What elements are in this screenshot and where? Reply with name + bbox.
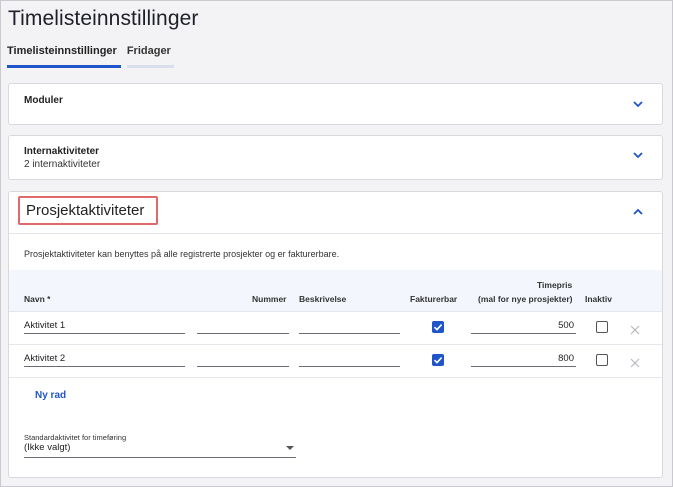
chevron-down-icon[interactable]: [632, 100, 644, 108]
prosjektaktiviteter-section: Prosjektaktiviteter Prosjektaktiviteter …: [8, 191, 663, 478]
beskrivelse-input[interactable]: [299, 353, 400, 367]
internaktiviteter-count: 2 internaktiviteter: [24, 159, 101, 170]
nummer-input[interactable]: [197, 320, 289, 334]
add-row-button[interactable]: Ny rad: [35, 390, 66, 401]
default-activity-value: (Ikke valgt): [24, 442, 71, 453]
tab-fridager[interactable]: Fridager: [126, 45, 174, 68]
navn-input[interactable]: Aktivitet 1: [24, 320, 185, 334]
beskrivelse-input[interactable]: [299, 320, 400, 334]
inaktiv-checkbox[interactable]: [596, 354, 608, 366]
fakturerbar-checkbox[interactable]: [432, 321, 444, 333]
default-activity-label: Standardaktivitet for timeføring: [24, 433, 127, 442]
column-header-fakturerbar: Fakturerbar: [410, 294, 458, 304]
fakturerbar-checkbox[interactable]: [432, 354, 444, 366]
column-header-navn: Navn *: [24, 294, 51, 304]
column-header-inaktiv: Inaktiv: [585, 294, 612, 304]
section-description: Prosjektaktiviteter kan benyttes på alle…: [24, 249, 340, 259]
column-header-timepris-note: (mal for nye prosjekter): [478, 294, 573, 304]
timepris-input[interactable]: 800: [471, 353, 576, 367]
page-title: Timelisteinnstillinger: [8, 7, 199, 30]
delete-row-icon[interactable]: [630, 322, 640, 335]
section-divider: [9, 233, 662, 234]
moduler-section[interactable]: Moduler: [8, 83, 663, 125]
navn-input[interactable]: Aktivitet 2: [24, 353, 185, 367]
chevron-down-icon[interactable]: [632, 151, 644, 159]
row-divider: [9, 344, 662, 345]
row-divider: [9, 377, 662, 378]
timepris-input[interactable]: 500: [471, 320, 576, 334]
inaktiv-checkbox[interactable]: [596, 321, 608, 333]
default-activity-select[interactable]: (Ikke valgt): [24, 442, 296, 458]
tab-timelisteinnstillinger[interactable]: Timelisteinnstillinger: [7, 45, 121, 68]
column-header-nummer: Nummer: [252, 294, 287, 304]
internaktiviteter-title: Internaktiviteter: [24, 146, 100, 157]
prosjektaktiviteter-title: Prosjektaktiviteter: [18, 196, 158, 225]
nummer-input[interactable]: [197, 353, 289, 367]
internaktiviteter-section[interactable]: Internaktiviteter 2 internaktiviteter: [8, 135, 663, 180]
column-header-beskrivelse: Beskrivelse: [299, 294, 347, 304]
tab-bar: Timelisteinnstillinger Fridager: [7, 45, 180, 68]
moduler-title: Moduler: [24, 95, 63, 106]
caret-down-icon: [286, 446, 294, 450]
chevron-up-icon[interactable]: [632, 208, 644, 216]
table-header: Navn * Nummer Beskrivelse Fakturerbar Ti…: [9, 270, 662, 311]
row-divider: [9, 311, 662, 312]
column-header-timepris: Timepris: [537, 280, 573, 290]
delete-row-icon[interactable]: [630, 355, 640, 368]
